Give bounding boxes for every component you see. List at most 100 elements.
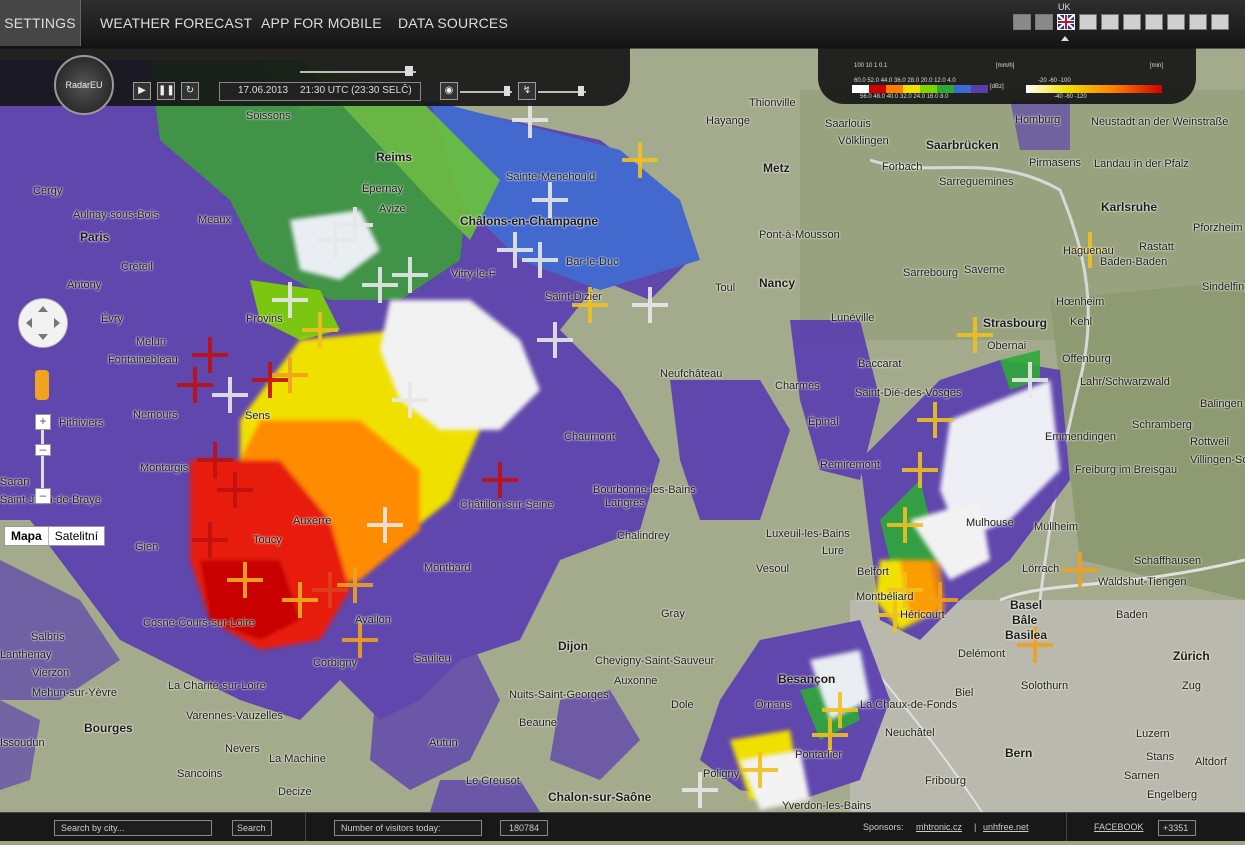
place-label: Engelberg xyxy=(1147,789,1198,801)
place-label: Saarlouis xyxy=(825,118,871,130)
lightning-scale-values-top: -20 -60 -100 xyxy=(1038,78,1071,84)
play-button[interactable]: ▶ xyxy=(133,82,151,100)
place-label: Créteil xyxy=(121,261,153,273)
nav-weather-forecast[interactable]: WEATHER FORECAST xyxy=(100,0,252,46)
place-label: Saulieu xyxy=(414,653,451,665)
lightning-slider-handle[interactable] xyxy=(578,86,584,96)
bottom-status-bar: Search by city... Search Number of visit… xyxy=(0,812,1245,841)
opacity-icon[interactable]: ◉ xyxy=(440,82,458,100)
place-label: Bourges xyxy=(84,721,133,735)
zoom-slider-handle[interactable]: – xyxy=(35,443,51,456)
place-label: Saint-Dizier xyxy=(545,291,602,303)
rain-scale-values: 100 10 1 0.1 xyxy=(854,63,888,69)
place-label: Mulhouse xyxy=(966,517,1014,529)
time-slider[interactable] xyxy=(300,71,416,73)
opacity-slider-handle[interactable] xyxy=(504,86,510,96)
place-label: Yverdon-les-Bains xyxy=(782,800,872,812)
time-slider-handle[interactable] xyxy=(405,66,413,76)
place-label: Héricourt xyxy=(900,609,945,621)
place-label: Besançon xyxy=(778,672,836,686)
place-label: Soissons xyxy=(246,110,291,122)
place-label: Vitry-le-F xyxy=(451,268,496,280)
map-type-control: Mapa Satelitní xyxy=(4,526,106,546)
place-label: Châtillon-sur-Seine xyxy=(460,499,554,511)
place-label: La Charité-sur-Loire xyxy=(168,680,266,692)
place-label: Toul xyxy=(715,282,736,294)
refresh-button[interactable]: ↻ xyxy=(181,82,199,100)
street-view-pegman-icon[interactable] xyxy=(35,370,49,400)
weather-radar-map[interactable]: Reims Épernay Avize Châlons-en-Champagne… xyxy=(0,0,1245,841)
place-label: Bâle xyxy=(1012,613,1038,627)
visitors-count: 180784 xyxy=(500,820,548,836)
place-label: Varennes-Vauzelles xyxy=(186,710,283,722)
uk-flag-graphic xyxy=(1057,14,1075,30)
place-label: Reims xyxy=(376,150,413,164)
country-flag-icon[interactable] xyxy=(1167,14,1185,30)
place-label: Altdorf xyxy=(1195,756,1227,768)
place-label: Pont-à-Mousson xyxy=(759,229,840,241)
nav-data-sources[interactable]: DATA SOURCES xyxy=(398,0,508,46)
place-label: Lure xyxy=(822,545,845,557)
facebook-link[interactable]: FACEBOOK xyxy=(1094,822,1144,832)
country-flag-icon[interactable] xyxy=(1035,14,1053,30)
map-type-map-button[interactable]: Mapa xyxy=(5,527,49,545)
zoom-in-button[interactable]: + xyxy=(35,414,51,430)
place-label: Müllheim xyxy=(1034,521,1079,533)
radar-scale-values-bottom: 56.0 48.0 40.0 32.0 24.0 16.0 8.0 xyxy=(860,94,949,100)
place-label: Cosne-Cours-sur-Loire xyxy=(143,617,255,629)
lightning-toggle-icon[interactable]: ↯ xyxy=(518,82,536,100)
pause-button[interactable]: ❚❚ xyxy=(157,82,175,100)
lightning-color-scale xyxy=(1026,85,1162,93)
place-label: Montbard xyxy=(424,562,471,574)
pan-control[interactable] xyxy=(18,298,68,348)
rain-scale-unit: [mm/h] xyxy=(996,63,1015,69)
nav-settings[interactable]: SETTINGS xyxy=(0,0,81,46)
sponsor-link-mhtronic[interactable]: mhtronic.cz xyxy=(916,822,962,832)
map-type-satellite-button[interactable]: Satelitní xyxy=(49,527,104,545)
zoom-slider[interactable] xyxy=(41,430,44,492)
sponsors-label: Sponsors: xyxy=(863,822,904,832)
place-label: Neustadt an der Weinstraße xyxy=(1091,116,1229,128)
zoom-out-button[interactable]: – xyxy=(35,488,51,504)
search-button[interactable]: Search xyxy=(232,820,272,836)
city-search-input[interactable]: Search by city... xyxy=(54,820,212,836)
place-label: Montargis xyxy=(140,462,189,474)
country-flag-icon[interactable] xyxy=(1013,14,1031,30)
visitors-label-box: Number of visitors today: xyxy=(334,820,482,836)
place-label: Delémont xyxy=(958,648,1006,660)
country-flag-icon[interactable] xyxy=(1145,14,1163,30)
place-label: Ornans xyxy=(755,699,792,711)
place-label: Basilea xyxy=(1005,628,1048,642)
place-label: Sarnen xyxy=(1124,770,1160,782)
place-label: Bern xyxy=(1005,746,1033,760)
place-label: Solothurn xyxy=(1021,680,1069,692)
country-flag-icon[interactable] xyxy=(1123,14,1141,30)
country-flag-icon[interactable] xyxy=(1079,14,1097,30)
place-label: Neufchâteau xyxy=(660,368,723,380)
uk-flag-icon[interactable] xyxy=(1057,14,1075,30)
place-label: Lörrach xyxy=(1022,563,1060,575)
radar-legend: 100 10 1 0.1 [mm/h] 60.0 52.0 44.0 36.0 … xyxy=(818,48,1196,104)
country-flag-icon[interactable] xyxy=(1101,14,1119,30)
place-label: Biel xyxy=(955,687,974,699)
nav-app-for-mobile[interactable]: APP FOR MOBILE xyxy=(261,0,382,46)
place-label: Châlons-en-Champagne xyxy=(460,214,599,228)
time-value: 21:30 UTC (23:30 SELČ) xyxy=(300,85,412,96)
place-label: Neuchâtel xyxy=(885,727,935,739)
place-label: Belfort xyxy=(857,566,889,578)
place-label: La Machine xyxy=(269,753,326,765)
place-label: Autun xyxy=(429,737,458,749)
place-label: Forbach xyxy=(882,161,923,173)
place-label: Nevers xyxy=(225,743,260,755)
place-label: Avize xyxy=(379,203,406,215)
lightning-scale-unit: [min] xyxy=(1150,63,1164,69)
radar-eu-logo[interactable]: RadarEU xyxy=(54,55,114,115)
place-label: Schramberg xyxy=(1132,419,1192,431)
country-flag-icon[interactable] xyxy=(1211,14,1229,30)
country-flag-icon[interactable] xyxy=(1189,14,1207,30)
place-label: Zug xyxy=(1182,680,1201,692)
sponsor-link-unhfree[interactable]: unhfree.net xyxy=(983,822,1029,832)
place-label: Saint-Dié-des-Vosges xyxy=(855,387,962,399)
place-label: Villingen-Schwenningen xyxy=(1190,454,1245,466)
place-label: Bourbonne-les-Bains xyxy=(593,484,696,496)
